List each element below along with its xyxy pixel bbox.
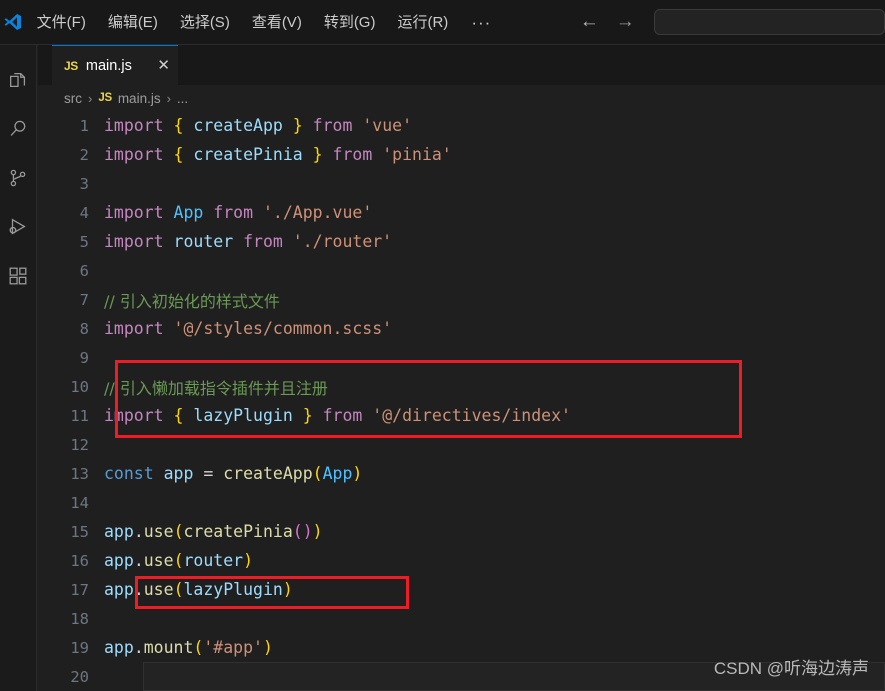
code-text: app.use(lazyPlugin) <box>104 580 293 599</box>
line-number: 2 <box>79 145 89 164</box>
code-line[interactable]: 17 app.use(lazyPlugin) <box>38 575 885 604</box>
code-text: // 引入懒加载指令插件并且注册 <box>104 378 328 398</box>
code-line[interactable]: 12 <box>38 430 885 459</box>
run-debug-icon <box>7 216 29 238</box>
navigation-arrows: ← → <box>575 8 639 36</box>
sidebar-item-run-and-debug[interactable] <box>0 202 37 251</box>
line-number: 18 <box>70 609 89 628</box>
code-line[interactable]: 8 import '@/styles/common.scss' <box>38 314 885 343</box>
code-line[interactable]: 3 <box>38 169 885 198</box>
vscode-logo-icon <box>0 0 26 45</box>
line-number: 12 <box>70 435 89 454</box>
code-line[interactable]: 15 app.use(createPinia()) <box>38 517 885 546</box>
code-text: import App from './App.vue' <box>104 203 373 222</box>
menu-item-go[interactable]: 转到(G) <box>313 0 387 45</box>
code-line[interactable]: 13 const app = createApp(App) <box>38 459 885 488</box>
vscode-window: 文件(F) 编辑(E) 选择(S) 查看(V) 转到(G) 运行(R) ··· … <box>0 0 885 691</box>
command-center-input[interactable] <box>654 9 885 35</box>
watermark: CSDN @听海边涛声 <box>713 659 869 678</box>
code-text: import { lazyPlugin } from '@/directives… <box>104 406 571 425</box>
code-text: const app = createApp(App) <box>104 464 363 483</box>
line-number: 13 <box>70 464 89 483</box>
line-number: 4 <box>79 203 89 222</box>
menu-item-more[interactable]: ··· <box>459 0 503 45</box>
code-line[interactable]: 7 // 引入初始化的样式文件 <box>38 285 885 314</box>
code-line[interactable]: 4 import App from './App.vue' <box>38 198 885 227</box>
menu-item-view[interactable]: 查看(V) <box>241 0 313 45</box>
breadcrumb-symbols[interactable]: ... <box>177 91 188 106</box>
files-icon <box>7 69 29 91</box>
sidebar-item-source-control[interactable] <box>0 153 37 202</box>
code-text: import { createApp } from 'vue' <box>104 116 412 135</box>
line-number: 14 <box>70 493 89 512</box>
code-line[interactable]: 11 import { lazyPlugin } from '@/directiv… <box>38 401 885 430</box>
title-bar: 文件(F) 编辑(E) 选择(S) 查看(V) 转到(G) 运行(R) ··· … <box>0 0 885 45</box>
sidebar-item-search[interactable] <box>0 104 37 153</box>
code-line[interactable]: 6 <box>38 256 885 285</box>
line-number: 20 <box>70 667 89 686</box>
code-line[interactable]: 10 // 引入懒加载指令插件并且注册 <box>38 372 885 401</box>
code-text: app.use(router) <box>104 551 254 570</box>
line-number: 11 <box>70 406 89 425</box>
line-number: 3 <box>79 174 89 193</box>
line-number: 7 <box>79 290 89 309</box>
code-text: app.use(createPinia()) <box>104 522 323 541</box>
code-line[interactable]: 1 import { createApp } from 'vue' <box>38 111 885 140</box>
line-number: 6 <box>79 261 89 280</box>
menu-item-file[interactable]: 文件(F) <box>26 0 97 45</box>
code-text: import '@/styles/common.scss' <box>104 319 393 338</box>
menu-bar: 文件(F) 编辑(E) 选择(S) 查看(V) 转到(G) 运行(R) ··· <box>26 0 504 45</box>
code-text: // 引入初始化的样式文件 <box>104 291 280 311</box>
code-text: import { createPinia } from 'pinia' <box>104 145 452 164</box>
js-file-icon: JS <box>98 92 112 104</box>
forward-arrow-icon[interactable]: → <box>611 8 639 36</box>
line-number: 15 <box>70 522 89 541</box>
line-number: 19 <box>70 638 89 657</box>
js-file-icon: JS <box>64 58 78 73</box>
chevron-right-icon: › <box>166 90 171 106</box>
breadcrumb-file[interactable]: main.js <box>118 91 161 106</box>
line-number: 16 <box>70 551 89 570</box>
code-line[interactable]: 2 import { createPinia } from 'pinia' <box>38 140 885 169</box>
code-line[interactable]: 14 <box>38 488 885 517</box>
code-line[interactable]: 16 app.use(router) <box>38 546 885 575</box>
menu-item-select[interactable]: 选择(S) <box>169 0 241 45</box>
sidebar-item-explorer[interactable] <box>0 55 37 104</box>
line-number: 10 <box>70 377 89 396</box>
menu-item-edit[interactable]: 编辑(E) <box>97 0 169 45</box>
back-arrow-icon[interactable]: ← <box>575 8 603 36</box>
tab-label: main.js <box>85 57 132 74</box>
line-number: 9 <box>79 348 89 367</box>
breadcrumb: src › JS main.js › ... <box>38 85 885 111</box>
close-icon[interactable]: ✕ <box>157 58 170 73</box>
menu-item-run[interactable]: 运行(R) <box>386 0 459 45</box>
code-editor[interactable]: 1 import { createApp } from 'vue' 2 import … <box>38 111 885 691</box>
editor-tab-bar: JS main.js ✕ <box>38 45 885 85</box>
chevron-right-icon: › <box>88 90 93 106</box>
activity-bar <box>0 45 37 691</box>
code-line[interactable]: 5 import router from './router' <box>38 227 885 256</box>
code-text: app.mount('#app') <box>104 638 273 657</box>
line-number: 8 <box>79 319 89 338</box>
line-number: 17 <box>70 580 89 599</box>
code-text: import router from './router' <box>104 232 393 251</box>
code-line[interactable]: 18 <box>38 604 885 633</box>
code-line[interactable]: 9 <box>38 343 885 372</box>
line-number: 5 <box>79 232 89 251</box>
source-control-icon <box>7 167 29 189</box>
line-number: 1 <box>79 116 89 135</box>
extensions-icon <box>7 265 29 287</box>
breadcrumb-folder[interactable]: src <box>64 91 82 106</box>
sidebar-item-extensions[interactable] <box>0 251 37 300</box>
tab-main-js[interactable]: JS main.js ✕ <box>52 45 178 85</box>
code-lines: 1 import { createApp } from 'vue' 2 import … <box>38 111 885 691</box>
search-icon <box>7 118 29 140</box>
